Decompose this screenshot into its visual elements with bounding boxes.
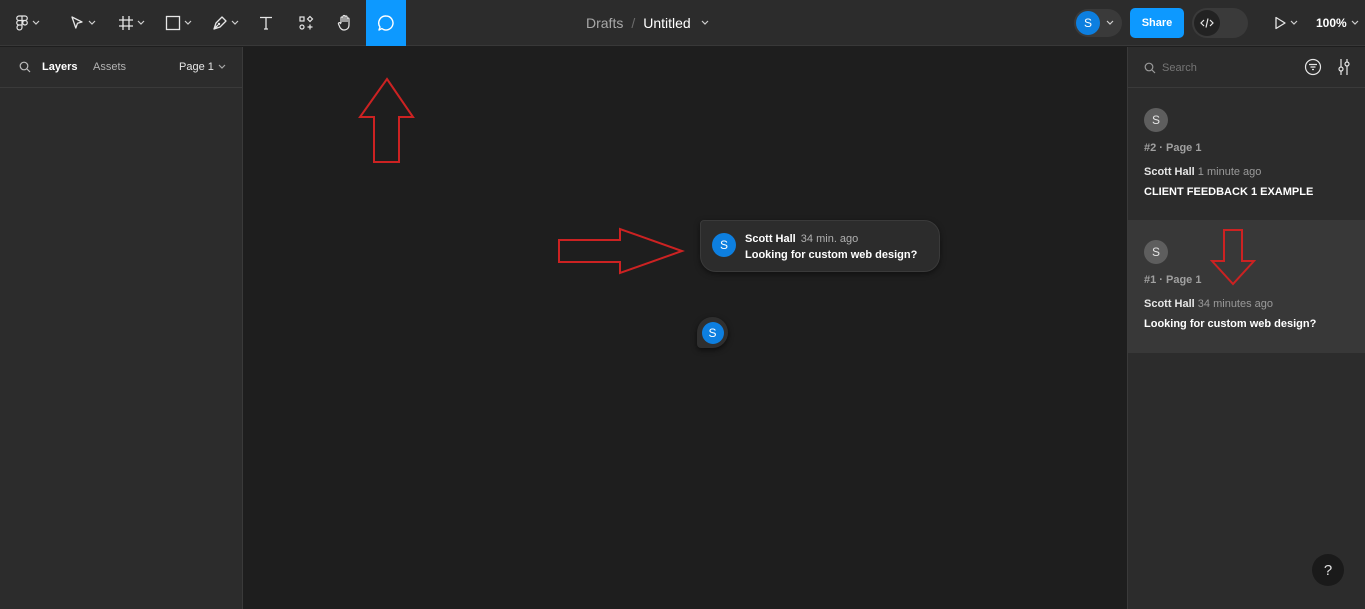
- search-icon: [1144, 62, 1156, 74]
- chevron-down-icon[interactable]: [701, 20, 709, 26]
- comment-thread-item[interactable]: S #1 · Page 1 Scott Hall 34 minutes ago …: [1128, 220, 1365, 353]
- search-icon: [19, 61, 31, 73]
- comment-time: 34 min. ago: [800, 233, 859, 245]
- resources-icon: [299, 15, 314, 30]
- annotation-arrow-right-icon: [558, 227, 685, 275]
- left-panel: Layers Assets Page 1: [0, 47, 243, 609]
- comment-author: Scott Hall: [745, 233, 796, 245]
- chevron-down-icon: [88, 20, 95, 25]
- comments-panel: S #2 · Page 1 Scott Hall 1 minute ago CL…: [1127, 47, 1365, 609]
- avatar: S: [701, 321, 724, 344]
- avatar: S: [712, 233, 736, 257]
- chevron-down-icon: [1351, 20, 1359, 25]
- comment-author-line: Scott Hall 34 minutes ago: [1144, 298, 1273, 310]
- comment-time: 1 minute ago: [1197, 166, 1262, 178]
- comment-meta: #2 · Page 1: [1144, 142, 1202, 154]
- comment-author-line: Scott Hall 34 min. ago: [745, 233, 858, 245]
- comment-pin[interactable]: S: [697, 317, 728, 348]
- shape-tool-button[interactable]: [160, 0, 196, 46]
- breadcrumb-drafts[interactable]: Drafts: [586, 15, 623, 31]
- canvas[interactable]: S Scott Hall 34 min. ago Looking for cus…: [243, 47, 1127, 609]
- comment-tool-button[interactable]: [366, 0, 406, 46]
- play-icon: [1274, 16, 1286, 30]
- hand-tool-button[interactable]: [332, 0, 358, 46]
- comments-search-input[interactable]: [1162, 58, 1282, 78]
- comment-text: Looking for custom web design?: [1144, 318, 1317, 330]
- user-menu[interactable]: S: [1074, 9, 1122, 37]
- settings-sliders-icon[interactable]: [1336, 58, 1352, 76]
- toolbar: Drafts / Untitled S Share 100%: [0, 0, 1365, 46]
- page-selector-label: Page 1: [179, 61, 214, 73]
- breadcrumb-separator: /: [631, 15, 636, 31]
- move-tool-icon: [70, 16, 83, 29]
- tab-layers[interactable]: Layers: [42, 47, 77, 87]
- pen-tool-icon: [212, 16, 227, 30]
- annotation-arrow-down-icon: [1210, 229, 1256, 286]
- zoom-level: 100%: [1316, 16, 1347, 30]
- comment-text: Looking for custom web design?: [745, 249, 918, 261]
- code-icon: [1194, 10, 1220, 36]
- help-button[interactable]: ?: [1312, 554, 1344, 586]
- shape-tool-icon: [165, 15, 180, 31]
- zoom-menu[interactable]: 100%: [1316, 0, 1359, 46]
- text-tool-icon: [260, 16, 272, 30]
- breadcrumb: Drafts / Untitled: [586, 0, 709, 46]
- filter-icon[interactable]: [1304, 58, 1322, 76]
- frame-tool-button[interactable]: [113, 0, 149, 46]
- share-button[interactable]: Share: [1130, 8, 1184, 38]
- text-tool-button[interactable]: [253, 0, 279, 46]
- comment-author-line: Scott Hall 1 minute ago: [1144, 166, 1261, 178]
- chevron-down-icon: [231, 20, 238, 25]
- move-tool-button[interactable]: [64, 0, 100, 46]
- file-title[interactable]: Untitled: [643, 15, 690, 31]
- hand-tool-icon: [337, 14, 350, 31]
- avatar: S: [1076, 11, 1100, 35]
- chevron-down-icon: [32, 20, 39, 25]
- main-menu-button[interactable]: [10, 0, 44, 46]
- comment-bubble[interactable]: S Scott Hall 34 min. ago Looking for cus…: [700, 220, 940, 272]
- comment-author: Scott Hall: [1144, 298, 1195, 310]
- chevron-down-icon: [1290, 20, 1297, 25]
- comment-time: 34 minutes ago: [1197, 298, 1274, 310]
- annotation-arrow-up-icon: [358, 77, 415, 163]
- comment-meta: #1 · Page 1: [1144, 274, 1202, 286]
- tab-assets[interactable]: Assets: [93, 47, 126, 87]
- comment-text: CLIENT FEEDBACK 1 EXAMPLE: [1144, 186, 1314, 198]
- figma-menu-icon: [15, 15, 28, 31]
- page-selector[interactable]: Page 1: [179, 47, 226, 87]
- chevron-down-icon: [184, 20, 191, 25]
- frame-tool-icon: [118, 16, 133, 30]
- chevron-down-icon: [218, 64, 226, 69]
- avatar: S: [1144, 240, 1168, 264]
- dev-mode-toggle[interactable]: [1192, 8, 1248, 38]
- left-panel-header: Layers Assets Page 1: [0, 47, 242, 88]
- pen-tool-button[interactable]: [207, 0, 243, 46]
- comment-tool-icon: [378, 15, 394, 31]
- comment-author: Scott Hall: [1144, 166, 1195, 178]
- present-button[interactable]: [1268, 0, 1302, 46]
- resources-button[interactable]: [293, 0, 319, 46]
- comments-panel-header: [1128, 47, 1365, 88]
- search-layers-button[interactable]: [19, 47, 31, 87]
- chevron-down-icon: [137, 20, 144, 25]
- comment-thread-item[interactable]: S #2 · Page 1 Scott Hall 1 minute ago CL…: [1128, 88, 1365, 220]
- chevron-down-icon: [1106, 20, 1114, 25]
- avatar: S: [1144, 108, 1168, 132]
